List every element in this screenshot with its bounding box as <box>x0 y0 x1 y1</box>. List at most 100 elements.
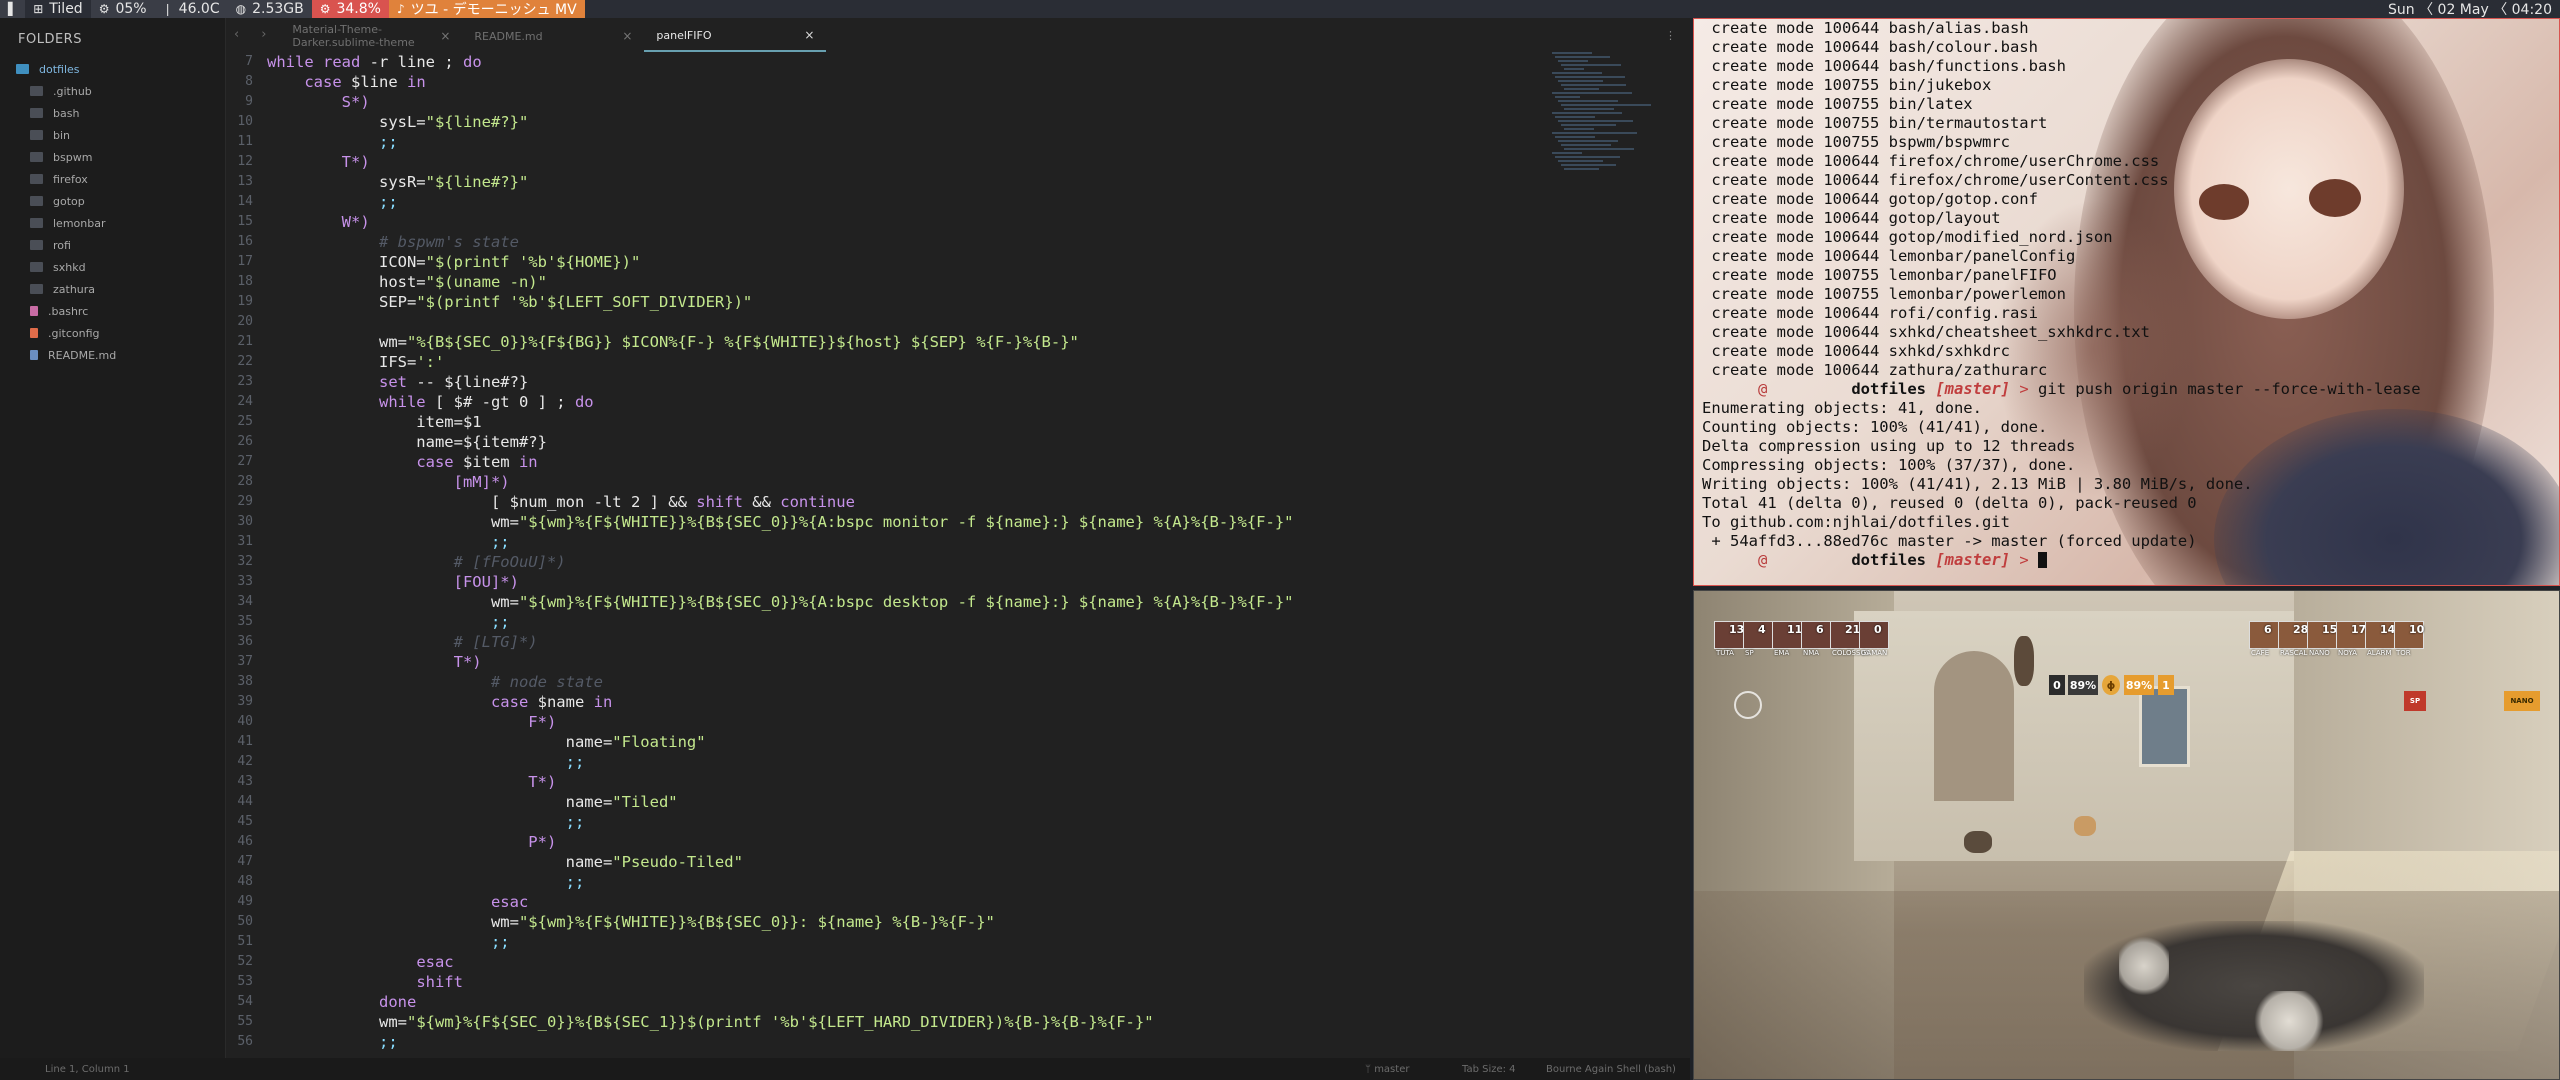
code-line: 27 case $item in <box>226 452 1550 472</box>
workspace-indicator[interactable]: ▌ <box>0 0 26 18</box>
sidebar-item-gitconfig[interactable]: .gitconfig <box>0 322 225 344</box>
line-number: 52 <box>237 954 253 969</box>
folder-open-icon <box>16 64 29 74</box>
objective-left-percent: 89% <box>2068 675 2098 695</box>
sidebar-item-dotfiles[interactable]: dotfiles <box>0 58 225 80</box>
layout-icon: ⊞ <box>33 2 44 16</box>
minimap-line <box>1564 168 1599 170</box>
minimap-line <box>1561 84 1626 86</box>
terminal-line: create mode 100755 bspwm/bspwmrc <box>1702 133 2010 151</box>
code-text: P*) <box>528 833 557 851</box>
close-icon[interactable]: × <box>622 29 632 43</box>
close-icon[interactable]: × <box>440 29 450 43</box>
temp-value: 46.0C <box>178 1 220 17</box>
cpu-value: 05% <box>115 1 147 17</box>
tab-panelfifo[interactable]: panelFIFO × <box>644 20 827 52</box>
code-text: ;; <box>565 873 585 891</box>
line-number: 30 <box>237 514 253 529</box>
prompt-arrow: > <box>2019 380 2029 398</box>
sidebar-item-rofi[interactable]: rofi <box>0 234 225 256</box>
line-number: 24 <box>237 394 253 409</box>
music-segment[interactable]: ♪ ツユ - デモーニッシュ MV <box>388 0 585 18</box>
sidebar-item-github[interactable]: .github <box>0 80 225 102</box>
sidebar-item-bash[interactable]: bash <box>0 102 225 124</box>
sidebar-item-gotop[interactable]: gotop <box>0 190 225 212</box>
terminal-prompt-line: @ dotfiles [master] > git push origin ma… <box>1702 380 2559 399</box>
hero-player-name: NANO <box>2309 649 2330 657</box>
sidebar-item-zathura[interactable]: zathura <box>0 278 225 300</box>
line-number: 16 <box>237 234 253 249</box>
mini-portrait-left: SP <box>2404 691 2426 711</box>
terminal-cursor[interactable] <box>2038 552 2048 568</box>
terminal-line: create mode 100644 firefox/chrome/userCo… <box>1702 171 2169 189</box>
tab-readme[interactable]: README.md × <box>462 20 644 52</box>
terminal-line: create mode 100644 rofi/config.rasi <box>1702 304 2038 322</box>
battery-icon: ⚙ <box>319 2 331 16</box>
tab-material-theme[interactable]: Material-Theme-Darker.sublime-theme × <box>280 20 462 52</box>
terminal-window[interactable]: create mode 100644 bash/alias.bash creat… <box>1693 18 2560 586</box>
code-text: # bspwm's state <box>378 233 519 251</box>
code-text: IFS=':' <box>267 353 445 371</box>
memory-icon: ◍ <box>235 2 247 16</box>
minimap-line <box>1552 52 1592 54</box>
sidebar-item-bspwm[interactable]: bspwm <box>0 146 225 168</box>
terminal-line: create mode 100644 zathura/zathurarc <box>1702 361 2048 379</box>
sidebar-item-sxhkd[interactable]: sxhkd <box>0 256 225 278</box>
clock-segment: Sun 〈 02 May 〈 04:20 <box>2380 0 2560 18</box>
hero-ult-charge: 0 <box>1874 623 1882 636</box>
code-text: ;; <box>378 133 398 151</box>
chevron-right-icon[interactable]: › <box>261 27 266 42</box>
sidebar-item-bin[interactable]: bin <box>0 124 225 146</box>
code-text: esac <box>416 953 454 971</box>
minimap-line <box>1555 76 1625 78</box>
terminal-line: Total 41 (delta 0), reused 0 (delta 0), … <box>1702 494 2197 512</box>
prompt-directory: dotfiles <box>1851 380 1926 398</box>
minimap[interactable] <box>1552 52 1652 192</box>
terminal-line: Counting objects: 100% (41/41), done. <box>1702 418 2048 436</box>
code-line: 45 ;; <box>226 812 1550 832</box>
line-number: 37 <box>237 654 253 669</box>
hero-ult-charge: 6 <box>2264 623 2272 636</box>
minimap-line <box>1561 104 1651 106</box>
sidebar-item-firefox[interactable]: firefox <box>0 168 225 190</box>
terminal-line: create mode 100755 lemonbar/panelFIFO <box>1702 266 2057 284</box>
code-line: 24 while [ $# -gt 0 ] ; do <box>226 392 1550 412</box>
code-area[interactable]: 7 while read -r line ; do 8 case $line in 9… <box>226 52 1550 1058</box>
sidebar-item-label: .bashrc <box>48 304 89 318</box>
more-icon[interactable]: ⋮ <box>1665 29 1690 52</box>
syntax-selector[interactable]: Bourne Again Shell (bash) <box>1546 1064 1676 1075</box>
sidebar-item-label: gotop <box>53 194 85 208</box>
sidebar-item-lemonbar[interactable]: lemonbar <box>0 212 225 234</box>
close-icon[interactable]: × <box>804 28 814 42</box>
line-number: 11 <box>237 134 253 149</box>
minimap-line <box>1564 88 1599 90</box>
minimap-line <box>1552 132 1637 134</box>
objective-right-count: 1 <box>2158 675 2174 695</box>
code-line: 22 IFS=':' <box>226 352 1550 372</box>
minimap-line <box>1558 140 1618 142</box>
game-window[interactable]: 0 89% ϕ 89% 1 SP NANO 13 TUTA 4 SP 11 EMA 6 NMA… <box>1693 590 2560 1080</box>
layout-label: Tiled <box>49 1 83 17</box>
code-text: set -- ${line#?} <box>378 373 529 391</box>
sublime-editor-window: FOLDERS dotfiles .github bash bin bspwm fire… <box>0 18 1690 1080</box>
code-line: 30 wm="${wm}%{F${WHITE}}%{B${SEC_0}}%{A:… <box>226 512 1550 532</box>
git-branch[interactable]: ᛘ master <box>1365 1064 1409 1075</box>
sidebar-item-readmemd[interactable]: README.md <box>0 344 225 366</box>
mem-value: 2.53GB <box>252 1 304 17</box>
line-number: 45 <box>237 814 253 829</box>
code-line: 29 [ $num_mon -lt 2 ] && shift && contin… <box>226 492 1550 512</box>
code-line: 38 # node state <box>226 672 1550 692</box>
minimap-line <box>1555 96 1580 98</box>
tab-size[interactable]: Tab Size: 4 <box>1462 1064 1516 1075</box>
code-line: 50 wm="${wm}%{F${WHITE}}%{B${SEC_0}}: ${… <box>226 912 1550 932</box>
tab-bar: ‹ › Material-Theme-Darker.sublime-theme … <box>226 18 1690 52</box>
music-icon: ♪ <box>396 2 405 16</box>
wall-window <box>2139 686 2190 767</box>
tab-label: Material-Theme-Darker.sublime-theme <box>292 23 415 49</box>
cursor-position[interactable]: Line 1, Column 1 <box>45 1064 130 1075</box>
terminal-line: create mode 100644 sxhkd/cheatsheet_sxhk… <box>1702 323 2150 341</box>
minimap-line <box>1564 108 1614 110</box>
code-line: 44 name="Tiled" <box>226 792 1550 812</box>
sidebar-item-bashrc[interactable]: .bashrc <box>0 300 225 322</box>
chevron-left-icon[interactable]: ‹ <box>234 27 239 42</box>
